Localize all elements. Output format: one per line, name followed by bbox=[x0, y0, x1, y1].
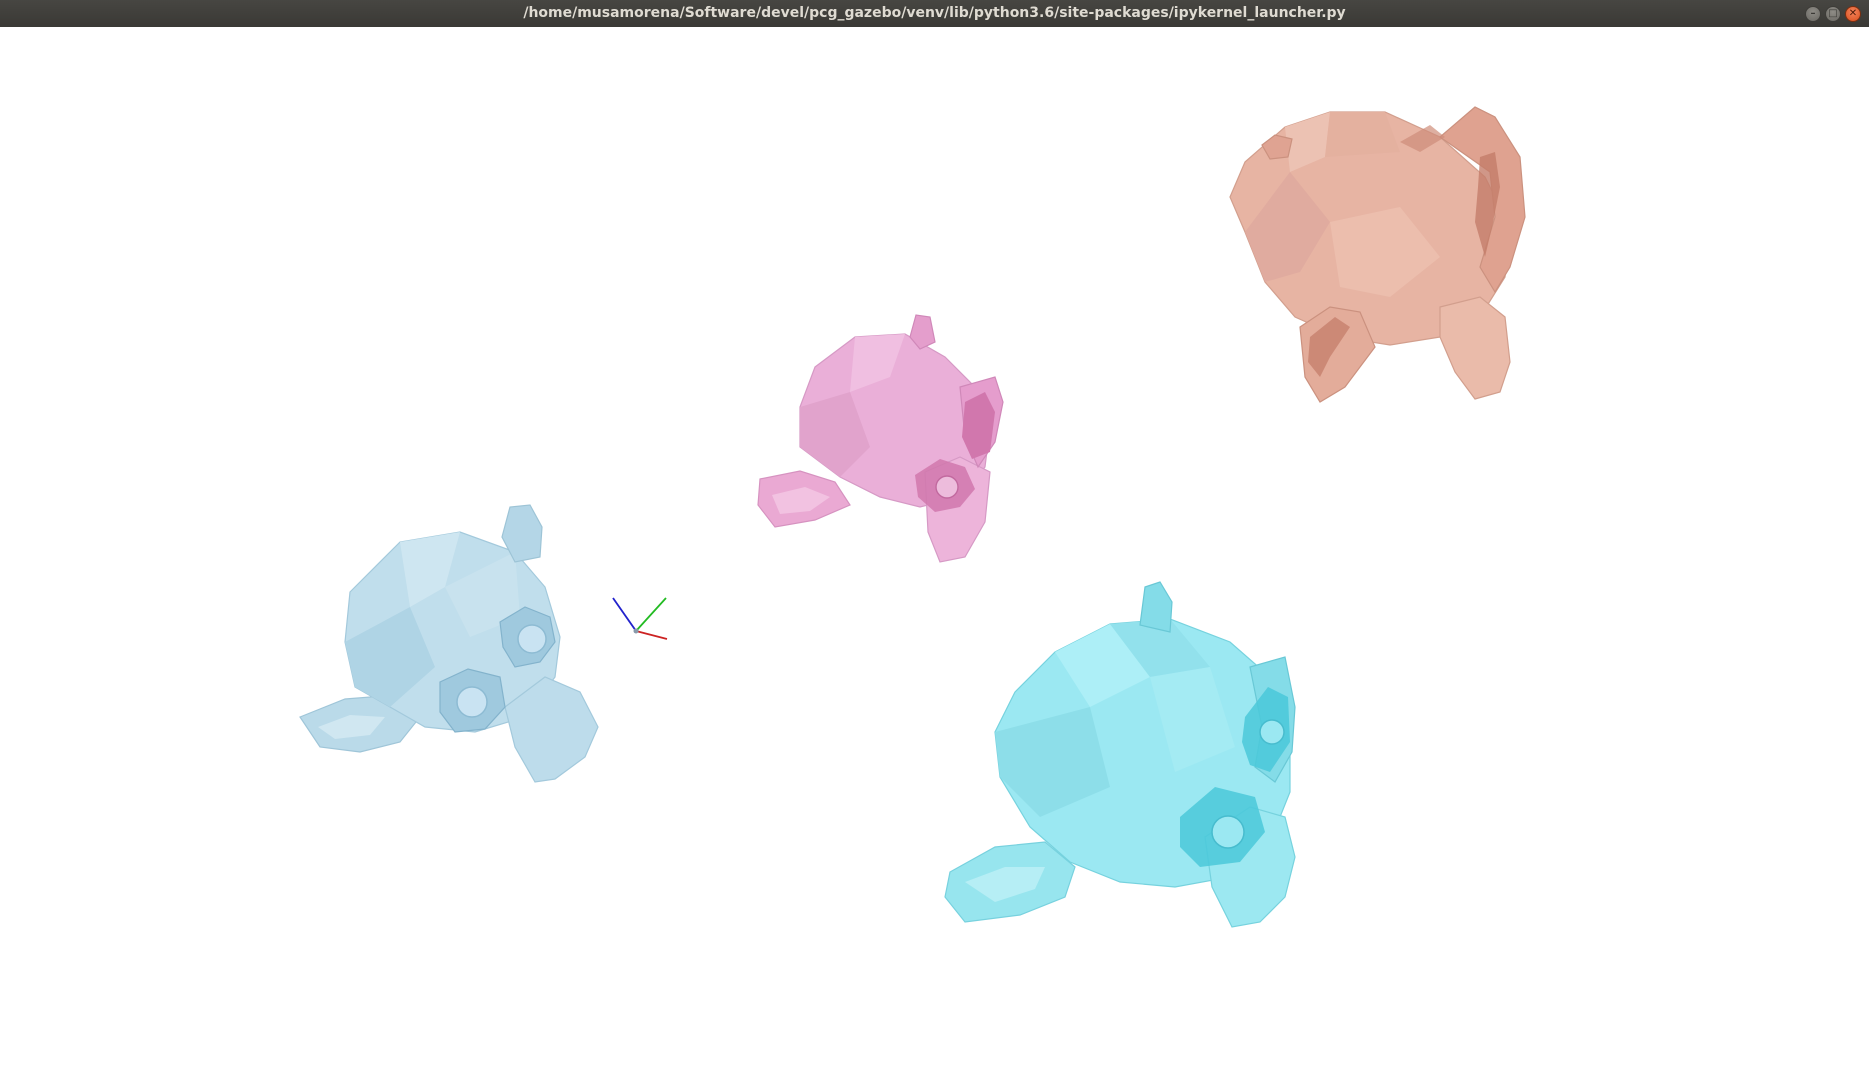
maximize-button[interactable]: □ bbox=[1825, 6, 1841, 22]
minimize-icon: – bbox=[1810, 8, 1816, 19]
window-title: /home/musamorena/Software/devel/pcg_gaze… bbox=[523, 5, 1346, 21]
z-axis-line bbox=[612, 597, 637, 632]
minimize-button[interactable]: – bbox=[1805, 6, 1821, 22]
window-controls: – □ ✕ bbox=[1805, 6, 1861, 22]
x-axis-line bbox=[635, 630, 668, 640]
close-button[interactable]: ✕ bbox=[1845, 6, 1861, 22]
scene-canvas[interactable] bbox=[0, 27, 1869, 1080]
3d-viewport[interactable] bbox=[0, 27, 1869, 1080]
maximize-icon: □ bbox=[1828, 8, 1838, 19]
axes-gizmo bbox=[612, 597, 668, 640]
salmon-monkey-mesh[interactable] bbox=[1229, 106, 1526, 403]
window-titlebar[interactable]: /home/musamorena/Software/devel/pcg_gaze… bbox=[0, 0, 1869, 27]
pink-monkey-mesh[interactable] bbox=[757, 314, 1004, 563]
cyan-monkey-mesh[interactable] bbox=[944, 581, 1296, 928]
close-icon: ✕ bbox=[1848, 8, 1858, 19]
axes-origin bbox=[633, 628, 639, 634]
light-blue-monkey-mesh[interactable] bbox=[299, 504, 599, 783]
y-axis-line bbox=[635, 597, 667, 632]
